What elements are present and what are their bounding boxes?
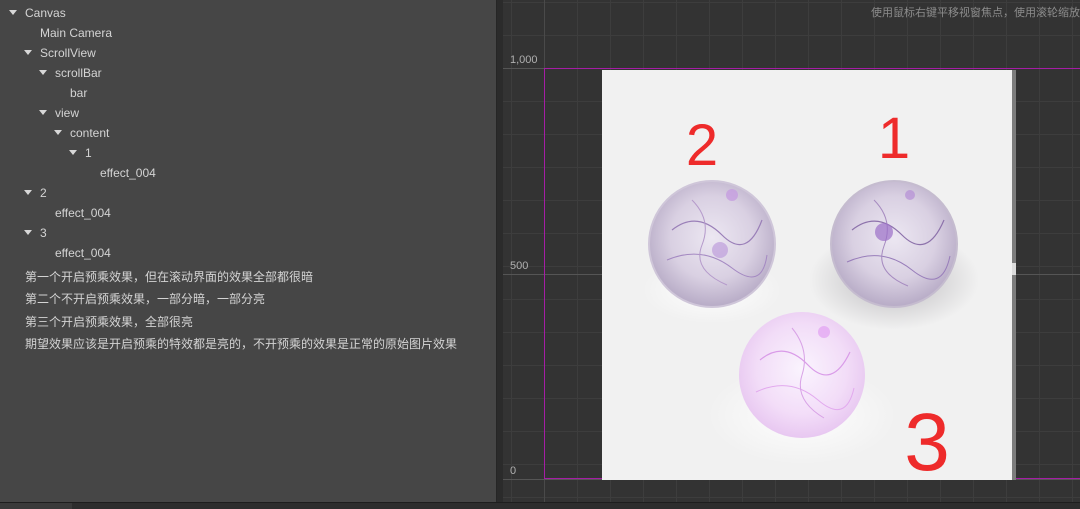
annotation-number-2: 2: [686, 113, 718, 178]
tree-node-bar[interactable]: bar: [70, 83, 87, 103]
expand-arrow-icon[interactable]: [9, 10, 17, 15]
tree-node-view[interactable]: view: [39, 103, 79, 123]
preview-canvas[interactable]: 2 1 3: [602, 70, 1012, 488]
note-text: 期望效果应该是开启预乘的特效都是亮的，不开预乘的效果是正常的原始图片效果: [25, 337, 458, 351]
tree-node-effect-004[interactable]: effect_004: [55, 243, 111, 263]
tree-node-main-camera[interactable]: Main Camera: [40, 23, 112, 43]
note-text: 第三个开启预乘效果，全部很亮: [25, 315, 194, 329]
tree-node-1[interactable]: 1: [69, 143, 92, 163]
expand-arrow-icon[interactable]: [24, 190, 32, 195]
tree-node-2[interactable]: 2: [24, 183, 47, 203]
expand-arrow-icon[interactable]: [69, 150, 77, 155]
tree-node-scrollview[interactable]: ScrollView: [24, 43, 96, 63]
expand-arrow-icon[interactable]: [39, 110, 47, 115]
axis-label-500: 500: [510, 260, 529, 272]
scrollbar-track[interactable]: [1012, 70, 1016, 480]
annotation-number-1: 1: [878, 106, 910, 171]
expand-arrow-icon[interactable]: [39, 70, 47, 75]
tree-node-3[interactable]: 3: [24, 223, 47, 243]
effect-orb-2: [642, 180, 782, 324]
effect-orb-1: [809, 180, 979, 330]
note-text: 第二个不开启预乘效果，一部分暗，一部分亮: [25, 292, 266, 306]
expand-arrow-icon[interactable]: [24, 50, 32, 55]
tree-node-content[interactable]: content: [54, 123, 109, 143]
tree-node-scrollbar[interactable]: scrollBar: [39, 63, 102, 83]
note-text: 第一个开启预乘效果，但在滚动界面的效果全部都很暗: [25, 270, 314, 284]
scene-view[interactable]: 使用鼠标右键平移视窗焦点，使用滚轮缩放 1,000 500 0 2 1 3: [503, 0, 1080, 502]
expand-arrow-icon[interactable]: [24, 230, 32, 235]
scene-hint-text: 使用鼠标右键平移视窗焦点，使用滚轮缩放: [871, 7, 1080, 19]
tree-node-effect-004[interactable]: effect_004: [55, 203, 111, 223]
annotation-number-3: 3: [904, 397, 950, 480]
axis-label-1000: 1,000: [510, 54, 538, 66]
tree-node-effect-004[interactable]: effect_004: [100, 163, 156, 183]
tree-node-canvas[interactable]: Canvas: [9, 3, 66, 23]
hierarchy-panel: Canvas Main Camera ScrollView scrollBar …: [0, 0, 497, 502]
effect-preview-svg: 2 1 3: [642, 106, 979, 488]
expand-arrow-icon[interactable]: [54, 130, 62, 135]
axis-label-0: 0: [510, 465, 517, 477]
bottom-tab[interactable]: [0, 503, 72, 509]
bottom-status-strip: [0, 502, 1080, 509]
scrollbar-handle[interactable]: [1012, 263, 1016, 275]
effect-orb-3: [707, 312, 897, 465]
